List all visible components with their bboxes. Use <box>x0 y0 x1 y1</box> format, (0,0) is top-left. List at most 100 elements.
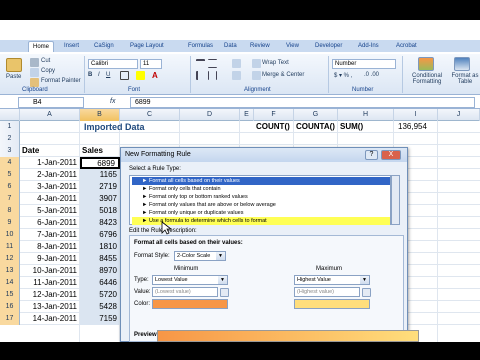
range-picker-icon[interactable] <box>220 288 229 297</box>
format-style-select[interactable]: 2-Color Scale ▼ <box>174 251 226 261</box>
column-header-j[interactable]: J <box>438 109 480 121</box>
row-header-9[interactable]: 9 <box>0 217 20 229</box>
row-header-8[interactable]: 8 <box>0 205 20 217</box>
align-left-icon[interactable] <box>196 71 205 80</box>
copy-button[interactable]: Copy <box>41 68 55 74</box>
sales-cell[interactable]: 1810 <box>80 241 120 253</box>
sales-cell[interactable]: 6446 <box>80 277 120 289</box>
currency-button[interactable]: $ ▾ % , <box>334 72 352 79</box>
paste-icon[interactable] <box>6 58 22 72</box>
title-cell[interactable]: Imported Data <box>84 121 234 133</box>
align-middle-icon[interactable] <box>208 59 217 68</box>
bold-button[interactable]: B <box>88 72 92 78</box>
rule-type-contain[interactable]: ► Format only cells that contain <box>132 185 390 193</box>
column-header-f[interactable]: F <box>254 109 294 121</box>
rule-type-average[interactable]: ► Format only values that are above or b… <box>132 201 390 209</box>
tab-review[interactable]: Review <box>246 41 274 52</box>
row-header-10[interactable]: 10 <box>0 229 20 241</box>
underline-button[interactable]: U <box>106 72 110 78</box>
sales-cell[interactable]: 7159 <box>80 313 120 325</box>
tab-view[interactable]: View <box>282 41 303 52</box>
row-header-6[interactable]: 6 <box>0 181 20 193</box>
cut-icon[interactable] <box>30 58 39 67</box>
decimal-buttons[interactable]: .0 .00 <box>364 72 379 78</box>
rule-type-top-bottom[interactable]: ► Format only top or bottom ranked value… <box>132 193 390 201</box>
format-painter-button[interactable]: Format Painter <box>41 78 81 84</box>
sales-cell[interactable]: 5428 <box>80 301 120 313</box>
date-cell[interactable]: 4-Jan-2011 <box>20 193 80 205</box>
tab-acrobat[interactable]: Acrobat <box>392 41 421 52</box>
column-header-a[interactable]: A <box>20 109 80 121</box>
help-button[interactable]: ? <box>365 150 378 160</box>
cut-button[interactable]: Cut <box>41 58 50 64</box>
date-cell[interactable]: 6-Jan-2011 <box>20 217 80 229</box>
format-painter-icon[interactable] <box>30 78 39 87</box>
date-cell[interactable]: 13-Jan-2011 <box>20 301 80 313</box>
tab-data[interactable]: Data <box>220 41 241 52</box>
sales-cell[interactable]: 8455 <box>80 253 120 265</box>
orientation-icon[interactable] <box>232 59 241 68</box>
date-cell[interactable]: 8-Jan-2011 <box>20 241 80 253</box>
min-color-picker[interactable] <box>152 299 228 309</box>
date-cell[interactable]: 11-Jan-2011 <box>20 277 80 289</box>
date-cell[interactable]: 10-Jan-2011 <box>20 265 80 277</box>
counta-label[interactable]: COUNTA() <box>296 121 342 133</box>
sales-cell[interactable]: 8970 <box>80 265 120 277</box>
column-header-h[interactable]: H <box>338 109 394 121</box>
row-header-13[interactable]: 13 <box>0 265 20 277</box>
row-header-16[interactable]: 16 <box>0 301 20 313</box>
row-header-3[interactable]: 3 <box>0 145 20 157</box>
row-header-11[interactable]: 11 <box>0 241 20 253</box>
copy-icon[interactable] <box>30 68 39 77</box>
tab-formulas[interactable]: Formulas <box>184 41 217 52</box>
rule-type-unique[interactable]: ► Format only unique or duplicate values <box>132 209 390 217</box>
row-header-5[interactable]: 5 <box>0 169 20 181</box>
row-header-14[interactable]: 14 <box>0 277 20 289</box>
sales-cell[interactable]: 8423 <box>80 217 120 229</box>
date-cell[interactable]: 2-Jan-2011 <box>20 169 80 181</box>
tab-add-ins[interactable]: Add-Ins <box>354 41 383 52</box>
align-center-icon[interactable] <box>208 71 217 80</box>
column-header-i[interactable]: I <box>394 109 438 121</box>
row-header-2[interactable]: 2 <box>0 133 20 145</box>
rule-type-list[interactable]: ► Format all cells based on their values… <box>129 175 391 225</box>
align-top-icon[interactable] <box>196 59 205 68</box>
font-size-select[interactable]: 11 <box>140 59 162 69</box>
fx-icon[interactable]: fx <box>110 98 115 105</box>
rule-type-format-all[interactable]: ► Format all cells based on their values <box>132 177 390 185</box>
wrap-text-icon[interactable] <box>252 59 261 68</box>
row-header-4[interactable]: 4 <box>0 157 20 169</box>
sales-cell[interactable]: 2719 <box>80 181 120 193</box>
sales-cell[interactable]: 1165 <box>80 169 120 181</box>
row-header-15[interactable]: 15 <box>0 289 20 301</box>
tab-casign[interactable]: CaSign <box>90 41 118 52</box>
sales-cell[interactable]: 5018 <box>80 205 120 217</box>
tab-developer[interactable]: Developer <box>311 41 346 52</box>
column-header-c[interactable]: C <box>120 109 180 121</box>
merge-center-button[interactable]: Merge & Center <box>262 72 304 78</box>
date-cell[interactable]: 7-Jan-2011 <box>20 229 80 241</box>
close-button[interactable]: X <box>381 150 401 160</box>
row-header-7[interactable]: 7 <box>0 193 20 205</box>
column-header-d[interactable]: D <box>180 109 240 121</box>
row-header-12[interactable]: 12 <box>0 253 20 265</box>
indent-icon[interactable] <box>232 71 241 80</box>
max-value-input[interactable]: (Highest value) <box>294 287 360 297</box>
rule-list-scrollbar[interactable] <box>391 175 400 225</box>
tab-insert[interactable]: Insert <box>60 41 83 52</box>
number-format-select[interactable]: Number <box>332 59 396 69</box>
sales-cell-active[interactable]: 6899 <box>80 157 120 169</box>
sales-cell[interactable]: 6796 <box>80 229 120 241</box>
tab-home[interactable]: Home <box>28 41 55 52</box>
header-sales[interactable]: Sales <box>82 145 118 157</box>
column-header-g[interactable]: G <box>294 109 338 121</box>
sum-label[interactable]: SUM() <box>340 121 380 133</box>
min-value-input[interactable]: (Lowest value) <box>152 287 218 297</box>
sales-cell[interactable]: 3907 <box>80 193 120 205</box>
format-as-table-icon[interactable] <box>454 57 470 71</box>
conditional-formatting-button[interactable]: Conditional Formatting <box>408 73 446 85</box>
formula-input[interactable]: 6899 <box>130 97 475 108</box>
font-color-icon[interactable]: A <box>152 71 158 80</box>
date-cell[interactable]: 3-Jan-2011 <box>20 181 80 193</box>
max-color-picker[interactable] <box>294 299 370 309</box>
